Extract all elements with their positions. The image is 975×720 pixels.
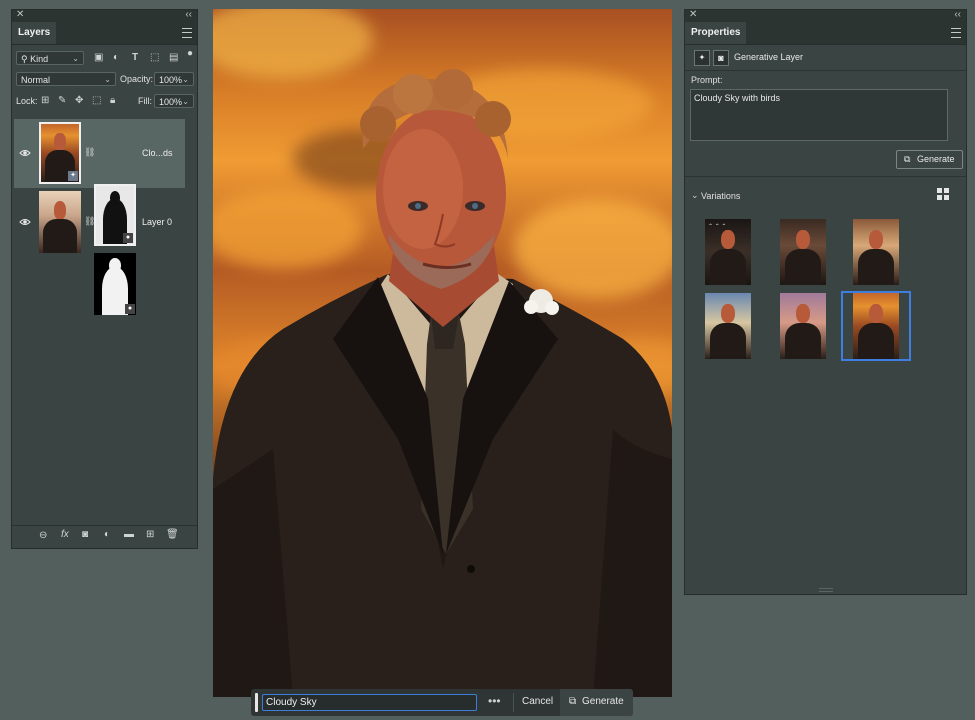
variation-thumbnail-6[interactable] <box>853 293 899 359</box>
drag-handle[interactable] <box>255 693 258 712</box>
generative-layer-header: ✦ ◙ Generative Layer <box>685 46 966 71</box>
generate-button-taskbar[interactable]: ⧉ Generate <box>560 689 633 716</box>
adjustment-filter-icon[interactable]: ◐ <box>113 52 119 64</box>
layers-bottom-toolbar: ⊖ fx ◙ ◐ ▬ ⊞ 🗑︎ <box>12 525 197 548</box>
layer-mask-icon: ◙ <box>713 50 729 66</box>
panel-menu-icon[interactable] <box>182 28 192 38</box>
subject-man-in-suit <box>213 69 672 697</box>
filter-kind-value: Kind <box>30 54 49 64</box>
tab-layers[interactable]: Layers <box>12 22 57 44</box>
document-canvas[interactable] <box>213 9 672 697</box>
variation-thumbnail-5[interactable] <box>780 293 826 359</box>
image-filter-icon[interactable]: ▣ <box>94 52 103 64</box>
prompt-input[interactable] <box>262 694 477 711</box>
close-icon[interactable]: ✕ <box>689 9 697 20</box>
collapse-icon[interactable]: ‹‹ <box>185 9 192 20</box>
link-layers-icon[interactable]: ⊖ <box>39 530 47 541</box>
lock-all-icon[interactable]: 🔒︎ <box>110 95 115 107</box>
layer-mask-thumbnail[interactable]: ● <box>94 253 136 315</box>
grid-view-icon[interactable] <box>937 188 949 200</box>
opacity-value: 100% <box>159 75 183 85</box>
generate-icon: ⧉ <box>904 154 911 164</box>
lock-transparent-icon[interactable]: ⊞ <box>41 95 49 107</box>
filter-toggle-icon[interactable]: ● <box>187 48 193 60</box>
chevron-down-icon: ⌄ <box>182 97 189 106</box>
prompt-textarea[interactable]: Cloudy Sky with birds <box>690 89 948 141</box>
generate-button[interactable]: ⧉ Generate <box>896 150 963 169</box>
properties-tabbar: Properties <box>685 22 966 45</box>
fill-label: Fill: <box>138 96 152 106</box>
generate-icon: ⧉ <box>569 696 577 707</box>
generate-button-label: Generate <box>582 696 624 707</box>
lock-artboard-icon[interactable]: ⬚ <box>92 95 101 107</box>
group-folder-icon[interactable]: ▬ <box>124 529 134 540</box>
add-mask-icon[interactable]: ◙ <box>82 529 88 540</box>
contextual-taskbar: ••• Cancel ⧉ Generate <box>251 689 633 716</box>
chevron-down-icon: ⌄ <box>72 54 79 63</box>
prompt-label: Prompt: <box>691 75 723 85</box>
mask-badge-icon: ● <box>125 304 135 314</box>
layers-panel: ✕ ‹‹ Layers ⚲ Kind ⌄ ▣ ◐ T ⬚ ▤ ● Normal … <box>11 9 198 549</box>
new-layer-icon[interactable]: ⊞ <box>146 529 154 540</box>
layer-thumbnail[interactable]: ✦ <box>39 122 81 184</box>
shape-filter-icon[interactable]: ⬚ <box>150 52 159 64</box>
properties-panel: ✕ ‹‹ Properties ✦ ◙ Generative Layer Pro… <box>684 9 967 595</box>
properties-panel-titlebar: ✕ ‹‹ <box>685 9 966 22</box>
variation-thumbnail-1[interactable]: ⌃ ⌃ ⌃ <box>705 219 751 285</box>
chevron-down-icon: ⌄ <box>182 75 189 84</box>
layer-thumbnail[interactable] <box>39 191 81 253</box>
lock-label: Lock: <box>16 96 38 106</box>
opacity-label: Opacity: <box>120 74 154 84</box>
variation-thumbnail-2[interactable] <box>780 219 826 285</box>
adjustment-layer-icon[interactable]: ◐ <box>104 529 110 540</box>
fx-icon[interactable]: fx <box>61 529 69 540</box>
layer-name[interactable]: Layer 0 <box>142 217 172 227</box>
link-icon[interactable]: ⛓ <box>84 216 95 227</box>
birds-icon: ⌃ ⌃ ⌃ <box>708 224 727 230</box>
link-icon[interactable]: ⛓ <box>84 147 95 158</box>
blend-mode-value: Normal <box>21 75 51 85</box>
panel-menu-icon[interactable] <box>951 28 961 38</box>
layers-panel-titlebar: ✕ ‹‹ <box>12 9 197 22</box>
variations-chevron-icon[interactable]: ⌄ <box>691 190 699 201</box>
lock-position-icon[interactable]: ✥ <box>75 95 83 107</box>
generate-button-label: Generate <box>917 154 955 164</box>
panel-resize-handle[interactable] <box>819 588 833 592</box>
visibility-eye-icon[interactable] <box>19 147 31 159</box>
divider <box>513 693 514 712</box>
smart-object-filter-icon[interactable]: ▤ <box>169 52 178 64</box>
trash-icon[interactable]: 🗑︎ <box>166 529 179 540</box>
variation-thumbnail-3[interactable] <box>853 219 899 285</box>
more-options-button[interactable]: ••• <box>488 694 501 708</box>
close-icon[interactable]: ✕ <box>16 9 24 20</box>
chevron-down-icon: ⌄ <box>104 75 111 84</box>
variations-label: Variations <box>701 191 741 201</box>
tab-properties[interactable]: Properties <box>685 22 747 44</box>
type-filter-icon[interactable]: T <box>132 52 138 64</box>
layer-name[interactable]: Clo...ds <box>142 148 173 158</box>
fill-value: 100% <box>159 97 183 107</box>
blend-mode-select[interactable]: Normal ⌄ <box>16 72 116 86</box>
filter-kind-select[interactable]: ⚲ Kind ⌄ <box>16 51 84 65</box>
opacity-field[interactable]: 100% ⌄ <box>154 72 194 86</box>
cancel-button[interactable]: Cancel <box>522 696 553 707</box>
variation-thumbnail-4[interactable] <box>705 293 751 359</box>
search-icon: ⚲ <box>21 54 31 64</box>
collapse-icon[interactable]: ‹‹ <box>954 9 961 20</box>
layer-row-layer0[interactable]: ⛓ ● Layer 0 <box>14 188 185 315</box>
generative-badge-icon: ✦ <box>68 171 78 181</box>
section-divider <box>685 176 966 177</box>
layers-tabbar: Layers <box>12 22 197 45</box>
layer-row-clouds[interactable]: ✦ ⛓ ● Clo...ds <box>14 119 185 246</box>
visibility-eye-icon[interactable] <box>19 216 31 228</box>
layer-type-label: Generative Layer <box>734 52 804 62</box>
lock-paint-icon[interactable]: ✎ <box>58 95 66 107</box>
generative-layer-icon: ✦ <box>694 50 710 66</box>
fill-field[interactable]: 100% ⌄ <box>154 94 194 108</box>
